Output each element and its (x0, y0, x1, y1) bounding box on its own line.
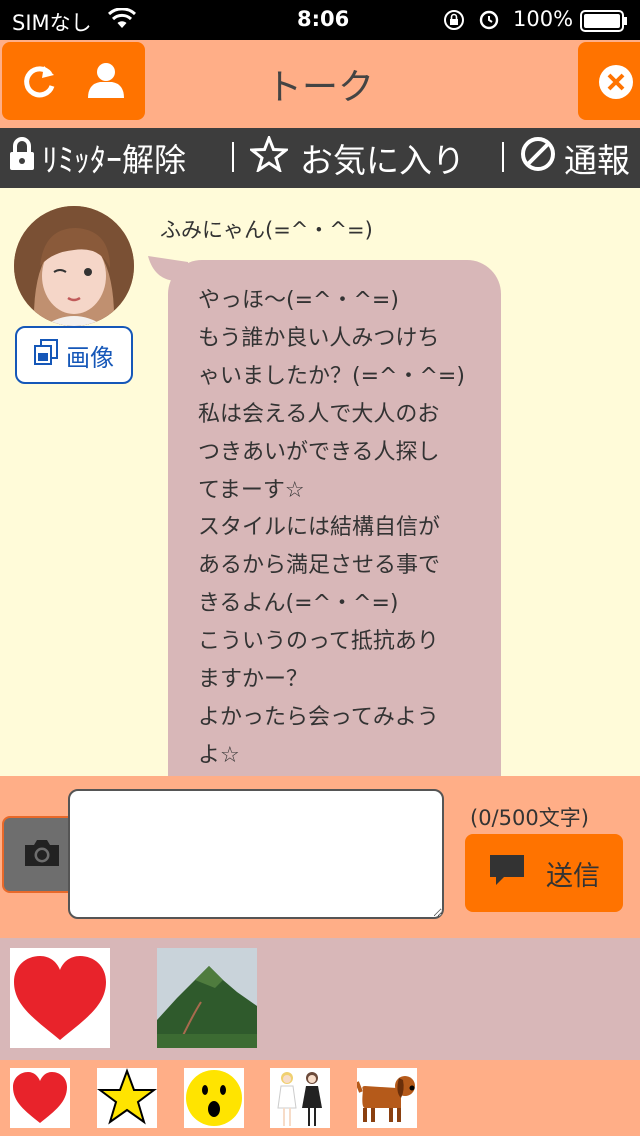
message-bubble: やっほ〜(=^・^=) もう誰か良い人みつけち ゃいましたか？(=^・^=) 私… (168, 260, 501, 776)
sender-name: ふみにゃん(=^・^=) (160, 218, 373, 242)
stamp-panel (0, 938, 640, 1060)
image-button[interactable]: 画像 (15, 326, 133, 384)
lock-icon (8, 137, 36, 179)
avatar[interactable] (14, 206, 134, 326)
send-button[interactable]: 送信 (465, 834, 623, 912)
carrier-label: SIMなし (12, 11, 92, 35)
send-label: 送信 (546, 860, 600, 892)
emoji-palette (0, 1060, 640, 1136)
limiter-release-button[interactable]: ﾘﾐｯﾀｰ解除 (8, 136, 186, 180)
image-icon (34, 339, 58, 371)
limiter-release-label: ﾘﾐｯﾀｰ解除 (42, 141, 187, 179)
star-emoji[interactable] (97, 1068, 157, 1128)
dog-emoji[interactable] (355, 1068, 417, 1128)
action-toolbar: ﾘﾐｯﾀｰ解除 お気に入り 通報 (0, 128, 640, 188)
message-input[interactable] (68, 789, 444, 919)
close-button[interactable] (578, 42, 640, 120)
char-counter: (0/500文字) (470, 806, 589, 830)
chat-bubble-icon (488, 853, 526, 894)
camera-icon (22, 837, 62, 873)
heart-emoji[interactable] (10, 1068, 70, 1128)
status-bar: SIMなし 8:06 100% (0, 0, 640, 40)
message-input-bar: (0/500文字) 送信 (0, 776, 640, 938)
report-button[interactable]: 通報 (520, 136, 630, 180)
favorite-label: お気に入り (300, 141, 465, 180)
chat-area[interactable]: 画像 ふみにゃん(=^・^=) やっほ〜(=^・^=) もう誰か良い人みつけち … (0, 188, 640, 776)
battery-percent: 100% (513, 7, 574, 31)
alarm-icon (478, 8, 500, 35)
clock: 8:06 (297, 7, 350, 31)
surprised-face-emoji[interactable] (184, 1068, 244, 1128)
image-button-label: 画像 (66, 343, 114, 372)
toolbar-divider (232, 142, 234, 172)
heart-stamp[interactable] (10, 948, 110, 1048)
battery-icon (580, 10, 628, 37)
star-icon (247, 133, 291, 180)
wifi-icon (107, 7, 137, 35)
header-bar: トーク (0, 40, 640, 128)
report-label: 通報 (564, 141, 630, 180)
mountain-stamp[interactable] (157, 948, 257, 1049)
page-title: トーク (265, 67, 374, 108)
prohibit-icon (520, 136, 556, 180)
rotation-lock-icon (443, 9, 465, 36)
toolbar-divider (502, 142, 504, 172)
favorite-button[interactable]: お気に入り (247, 133, 465, 180)
two-girls-emoji[interactable] (270, 1068, 330, 1128)
close-icon (598, 64, 634, 104)
